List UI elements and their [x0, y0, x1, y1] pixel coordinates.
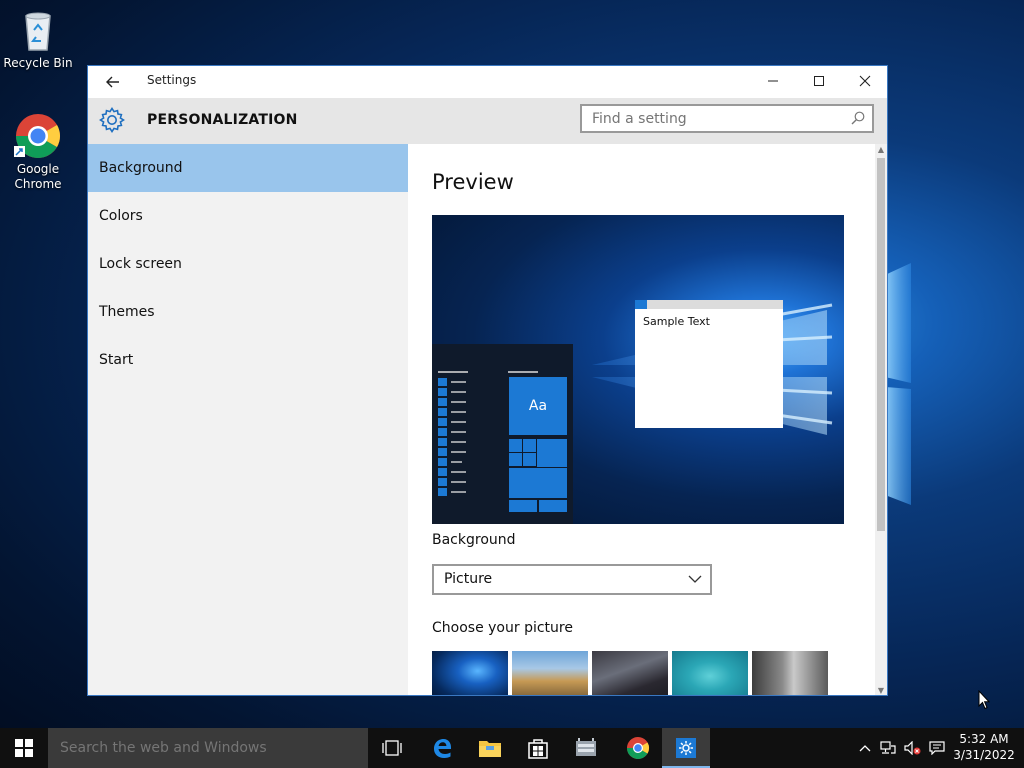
- title-bar[interactable]: Settings: [88, 66, 887, 98]
- chrome-desktop-icon[interactable]: Google Chrome: [0, 112, 76, 192]
- store-icon: [528, 739, 548, 759]
- background-preview: Aa Sample Text: [432, 215, 844, 524]
- sidebar-item-colors[interactable]: Colors: [88, 192, 408, 240]
- show-hidden-icons-button[interactable]: [856, 728, 874, 768]
- recycle-bin-label: Recycle Bin: [3, 56, 73, 70]
- task-view-icon: [382, 740, 402, 756]
- find-setting-search[interactable]: [580, 104, 874, 133]
- recycle-bin-desktop-icon[interactable]: Recycle Bin: [0, 6, 76, 71]
- server-manager-icon: [576, 738, 596, 756]
- edge-icon: [434, 739, 451, 758]
- chrome-label-line1: Google: [16, 162, 60, 176]
- taskbar: 5:32 AM 3/31/2022: [0, 728, 1024, 768]
- settings-gear-icon: [676, 738, 696, 758]
- chrome-icon: [627, 737, 649, 759]
- minimize-button[interactable]: [750, 66, 796, 96]
- preview-sample-text: Sample Text: [643, 315, 710, 328]
- sidebar-item-start[interactable]: Start: [88, 336, 408, 384]
- scroll-down-arrow-icon[interactable]: ▼: [875, 685, 887, 695]
- scroll-up-arrow-icon[interactable]: ▲: [875, 144, 887, 156]
- chrome-icon: [14, 112, 62, 160]
- search-input[interactable]: [582, 106, 842, 131]
- network-icon: [880, 741, 896, 754]
- network-tray-button[interactable]: [878, 728, 898, 768]
- preview-window: Sample Text: [635, 300, 783, 428]
- close-icon: [859, 75, 871, 87]
- folder-icon: [479, 741, 501, 757]
- content-scrollbar[interactable]: ▲ ▼: [875, 144, 887, 695]
- windows-logo-icon: [15, 739, 33, 757]
- sidebar-item-themes[interactable]: Themes: [88, 288, 408, 336]
- scroll-thumb[interactable]: [877, 158, 885, 531]
- choose-picture-label: Choose your picture: [432, 620, 573, 636]
- back-button[interactable]: [98, 70, 128, 94]
- app-taskbar-button[interactable]: [562, 728, 610, 768]
- picture-thumbnail-3[interactable]: [592, 651, 668, 695]
- recycle-bin-icon: [14, 6, 62, 54]
- picture-thumbnail-5[interactable]: [752, 651, 828, 695]
- mouse-cursor-icon: [978, 690, 990, 710]
- maximize-icon: [814, 76, 824, 86]
- start-button[interactable]: [0, 728, 48, 768]
- minimize-icon: [768, 80, 778, 82]
- preview-window-titlebar: [635, 300, 783, 309]
- volume-muted-icon: [904, 741, 921, 755]
- background-dropdown-value: Picture: [444, 571, 493, 587]
- page-title: PERSONALIZATION: [147, 112, 298, 128]
- preview-tile: Aa: [509, 377, 567, 435]
- picture-thumbnail-1[interactable]: [432, 651, 508, 695]
- clock-date: 3/31/2022: [953, 748, 1015, 762]
- action-center-button[interactable]: [926, 728, 948, 768]
- close-button[interactable]: [842, 66, 887, 96]
- sidebar-nav: Background Colors Lock screen Themes Sta…: [88, 144, 408, 695]
- main-content: Preview Aa Sample Text Background Pictur…: [408, 144, 876, 695]
- clock-time: 5:32 AM: [959, 732, 1009, 746]
- search-icon[interactable]: [850, 110, 866, 126]
- gear-icon: [99, 107, 125, 133]
- background-label: Background: [432, 532, 516, 548]
- store-taskbar-button[interactable]: [514, 728, 562, 768]
- settings-header: PERSONALIZATION: [88, 98, 887, 144]
- chrome-label-line2: Chrome: [14, 177, 62, 191]
- notification-icon: [929, 741, 945, 755]
- sidebar-item-lock-screen[interactable]: Lock screen: [88, 240, 408, 288]
- taskbar-search-box[interactable]: [48, 728, 368, 768]
- chevron-down-icon: [688, 575, 702, 583]
- background-dropdown[interactable]: Picture: [432, 564, 712, 595]
- picture-thumbnail-4[interactable]: [672, 651, 748, 695]
- preview-heading: Preview: [432, 170, 514, 194]
- volume-tray-button[interactable]: [902, 728, 924, 768]
- sidebar-item-background[interactable]: Background: [88, 144, 408, 192]
- settings-window: Settings PERSONALIZATION Background: [87, 65, 888, 696]
- edge-taskbar-button[interactable]: [418, 728, 466, 768]
- settings-taskbar-button[interactable]: [662, 728, 710, 768]
- task-view-button[interactable]: [368, 728, 416, 768]
- taskbar-search-input[interactable]: [60, 728, 360, 768]
- file-explorer-taskbar-button[interactable]: [466, 728, 514, 768]
- back-arrow-icon: [106, 76, 119, 88]
- chevron-up-icon: [859, 745, 871, 752]
- window-title: Settings: [147, 73, 197, 87]
- maximize-button[interactable]: [796, 66, 842, 96]
- chrome-taskbar-button[interactable]: [614, 728, 662, 768]
- picture-thumbnail-2[interactable]: [512, 651, 588, 695]
- taskbar-clock[interactable]: 5:32 AM 3/31/2022: [952, 731, 1016, 763]
